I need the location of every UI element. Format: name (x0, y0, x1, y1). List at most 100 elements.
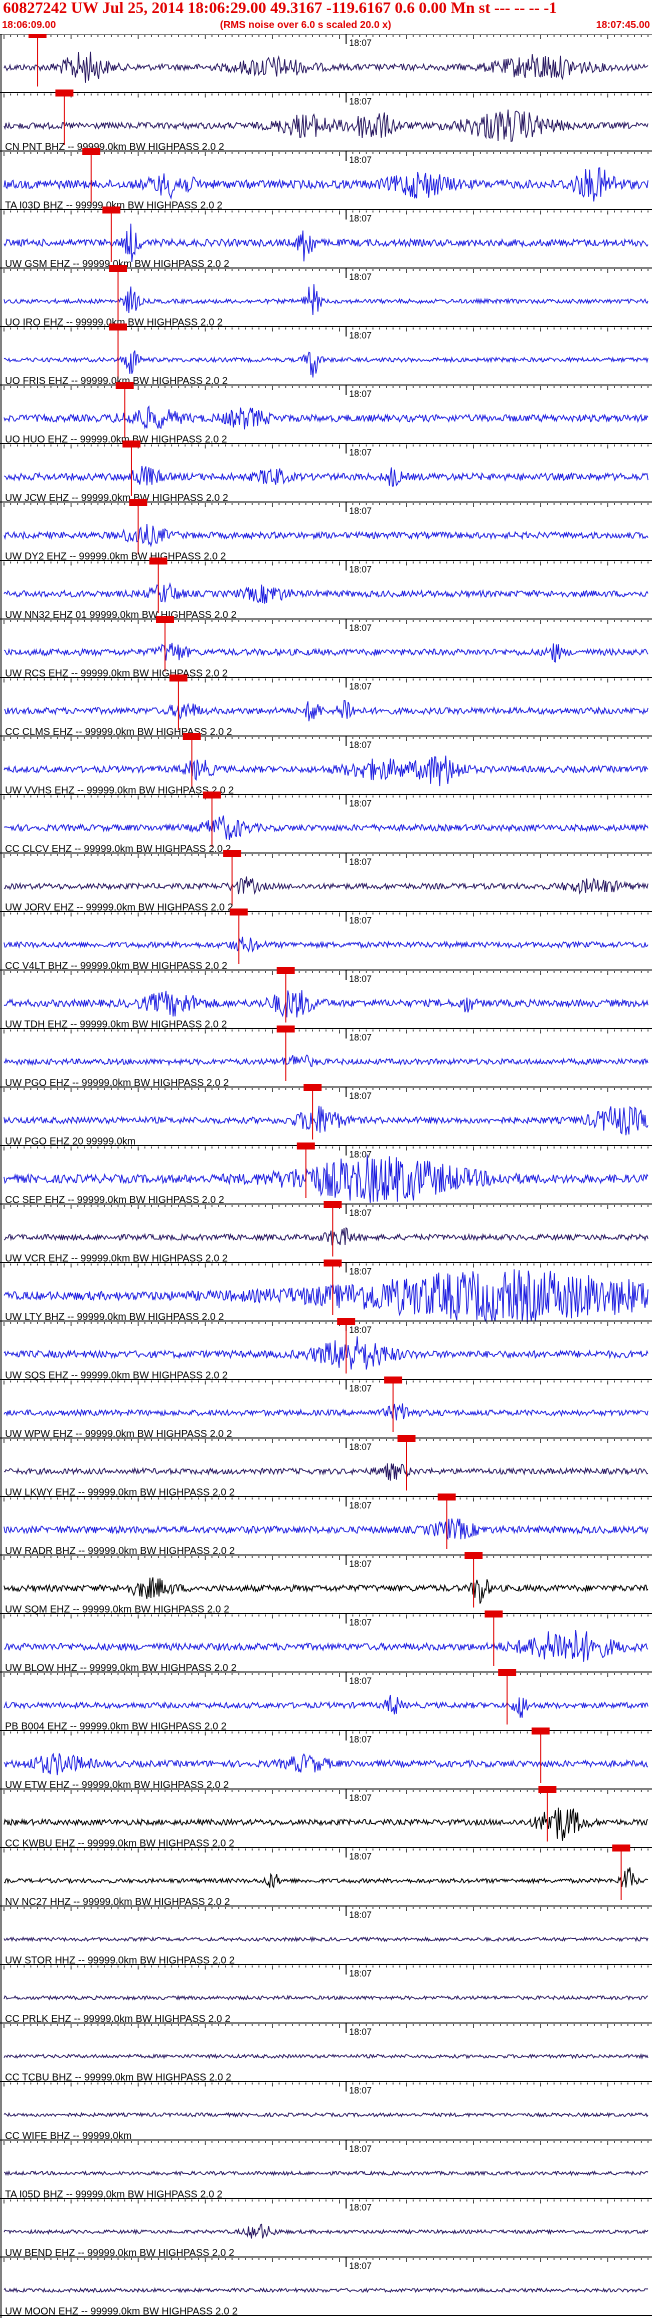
minute-label: 18:07 (349, 1735, 372, 1745)
pick-marker (82, 148, 101, 155)
start-time-label: 18:06:09.00 (2, 20, 56, 31)
minute-label: 18:07 (349, 857, 372, 867)
minute-label: 18:07 (349, 974, 372, 984)
minute-label: 18:07 (349, 740, 372, 750)
minute-label: 18:07 (349, 2203, 372, 2213)
minute-label: 18:07 (349, 506, 372, 516)
minute-label: 18:07 (349, 623, 372, 633)
waveform-trace (3, 167, 649, 202)
waveform-trace (3, 2053, 649, 2060)
waveform-trace (3, 1994, 649, 2001)
minute-label: 18:07 (349, 1091, 372, 1101)
waveform-trace (3, 2223, 649, 2239)
pick-marker (202, 791, 221, 799)
waveform-trace (4, 2170, 649, 2177)
minute-label: 18:07 (349, 97, 372, 107)
waveform-trace (3, 1936, 649, 1943)
waveform-trace (3, 523, 649, 548)
minute-label: 18:07 (349, 1442, 372, 1452)
waveform-trace (3, 1226, 649, 1246)
pick-marker (129, 499, 148, 506)
event-title: 60827242 UW Jul 25, 2014 18:06:29.00 49.… (3, 0, 557, 17)
minute-label: 18:07 (349, 2261, 372, 2271)
minute-label: 18:07 (349, 214, 372, 224)
minute-label: 18:07 (349, 1793, 372, 1803)
pick-marker (122, 440, 141, 448)
pick-marker (303, 1084, 322, 1091)
pick-marker (531, 1727, 550, 1735)
minute-label: 18:07 (349, 1267, 372, 1277)
minute-label: 18:07 (349, 331, 372, 341)
waveform-trace (3, 876, 649, 895)
minute-label: 18:07 (349, 1325, 372, 1335)
minute-label: 18:07 (349, 1208, 372, 1218)
pick-marker (296, 1142, 315, 1150)
waveform-trace (3, 582, 649, 604)
waveform-trace (3, 642, 649, 663)
minute-label: 18:07 (349, 1150, 372, 1160)
waveform-trace (3, 223, 649, 263)
waveform-trace (3, 1577, 649, 1604)
minute-label: 18:07 (349, 1384, 372, 1394)
pick-marker (156, 616, 174, 623)
pick-marker (437, 1493, 456, 1501)
seismogram-plot: 18:07 18:07 CN PNT BHZ -- 99999.0km BW HIG… (0, 34, 652, 2318)
pick-marker (182, 733, 201, 740)
minute-label: 18:07 (349, 799, 372, 809)
waveform-trace (3, 405, 649, 430)
waveform-trace (3, 1463, 649, 1481)
minute-label: 18:07 (349, 2027, 372, 2037)
pick-marker (102, 206, 121, 214)
minute-label: 18:07 (349, 2144, 372, 2154)
minute-label: 18:07 (349, 448, 372, 458)
pick-marker (498, 1669, 517, 1676)
minute-label: 18:07 (349, 1910, 372, 1920)
pick-marker (223, 850, 242, 857)
minute-label: 18:07 (349, 1033, 372, 1043)
waveform-trace (3, 1518, 649, 1541)
end-time-label: 18:07:45.00 (596, 20, 650, 31)
minute-label: 18:07 (349, 1501, 372, 1511)
waveform-trace (3, 1752, 649, 1776)
pick-marker (612, 1844, 631, 1852)
waveform-trace (3, 990, 649, 1018)
minute-label: 18:07 (349, 1852, 372, 1862)
pick-marker (323, 1201, 342, 1208)
minute-label: 18:07 (349, 1969, 372, 1979)
minute-label: 18:07 (349, 1559, 372, 1569)
pick-marker (323, 1259, 342, 1267)
minute-label: 18:07 (349, 565, 372, 575)
waveform-trace (3, 936, 649, 953)
waveform-trace (3, 1629, 649, 1662)
waveform-trace (3, 51, 649, 83)
minute-label: 18:07 (349, 2086, 372, 2096)
pick-marker (229, 908, 248, 916)
waveform-trace (3, 700, 649, 722)
waveform-trace (3, 350, 649, 378)
waveform-trace (3, 1054, 649, 1067)
waveform-trace (3, 815, 649, 841)
pick-marker (109, 265, 128, 272)
minute-label: 18:07 (349, 682, 372, 692)
waveform-trace (3, 284, 649, 316)
minute-label: 18:07 (349, 155, 372, 165)
waveform-trace (3, 1105, 649, 1136)
minute-label: 18:07 (349, 272, 372, 282)
waveform-trace (3, 755, 649, 787)
waveform-trace (3, 109, 649, 143)
pick-marker (464, 1552, 483, 1559)
pick-marker (169, 674, 188, 682)
pick-marker (276, 1025, 295, 1033)
minute-label: 18:07 (349, 1676, 372, 1686)
waveform-trace (3, 1807, 649, 1841)
rms-note: (RMS noise over 6.0 s scaled 20.0 x) (220, 20, 392, 31)
pick-marker (337, 1318, 356, 1325)
seismogram-chart: 18:0718:07CN PNT BHZ -- 99999.0km BW HIG… (0, 34, 652, 2318)
pick-marker (55, 89, 74, 97)
minute-label: 18:07 (349, 1618, 372, 1628)
waveform-trace (3, 1694, 649, 1718)
minute-label: 18:07 (349, 389, 372, 399)
pick-marker (538, 1786, 557, 1793)
pick-marker (109, 323, 128, 331)
waveform-trace (3, 1403, 649, 1421)
